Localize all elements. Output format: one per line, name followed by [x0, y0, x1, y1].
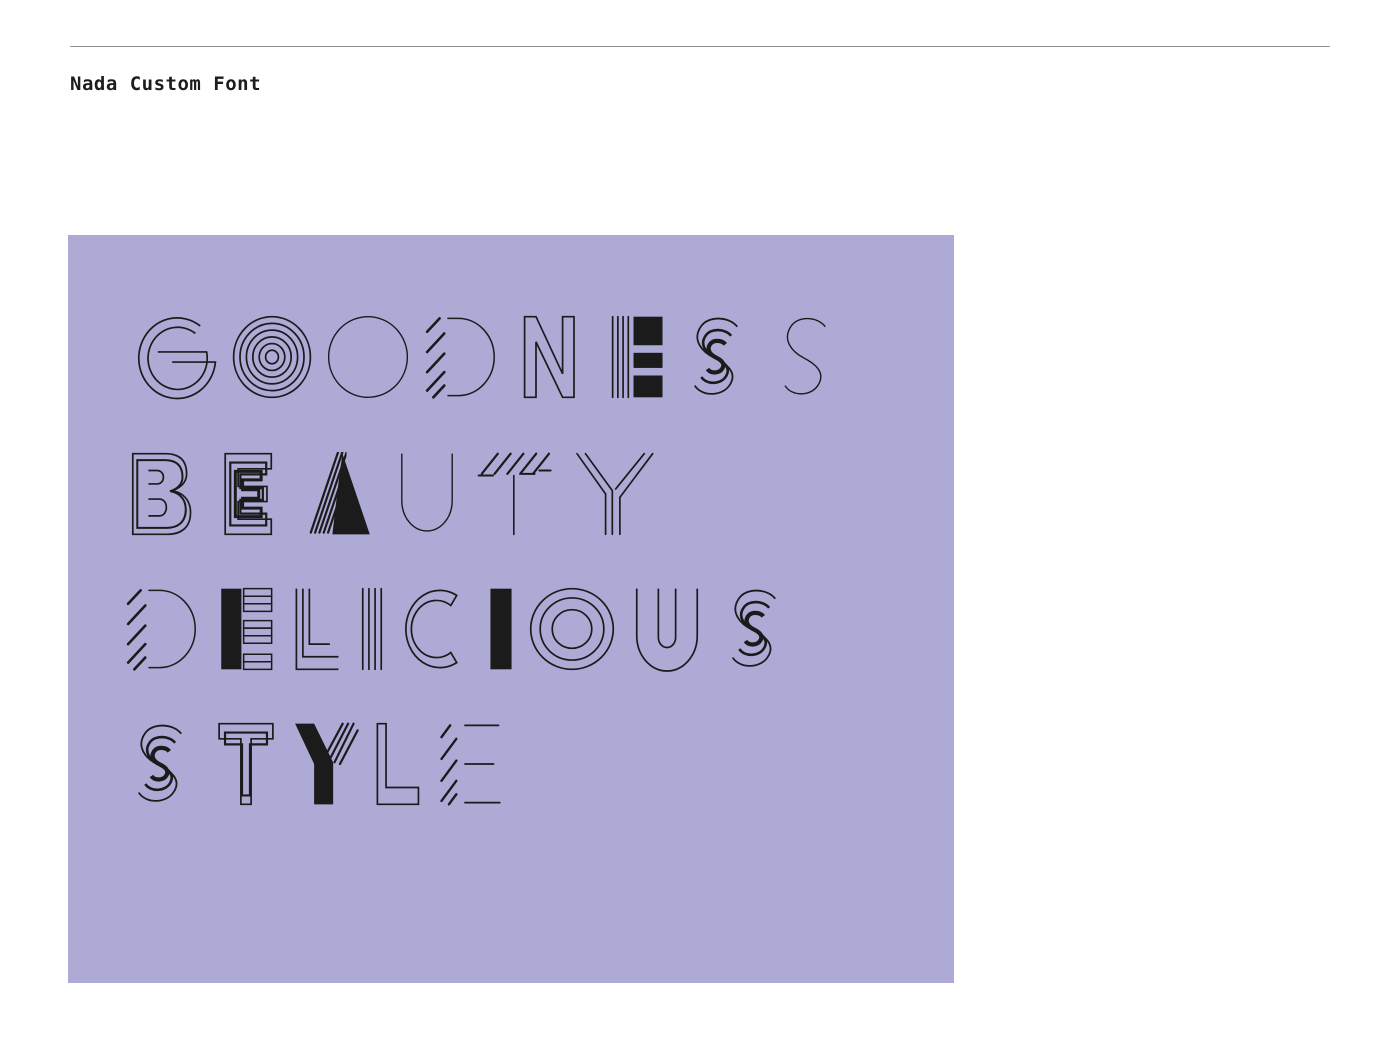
- glyph-letter-c-c-double: [399, 587, 473, 671]
- glyph-letter-d-d-stripes: [424, 315, 502, 399]
- glyph-letter-d-d-stripes: [125, 587, 203, 671]
- glyph-letter-t-t-inline: [214, 722, 278, 806]
- glyph-letter-l-l-triple: [291, 587, 345, 671]
- glyph-letter-a-a-stripe-solid: [305, 452, 377, 536]
- glyph-letter-o-o-rings3: [529, 587, 615, 671]
- specimen-word-beauty: [125, 452, 954, 536]
- glyph-letter-s-s-spiral: [125, 722, 201, 806]
- specimen-artboard: [68, 235, 954, 983]
- glyph-letter-s-s-spiral: [681, 315, 757, 399]
- glyph-letter-e-e-lines-blocks: [608, 315, 666, 399]
- glyph-letter-e-e-inline: [218, 452, 290, 536]
- glyph-letter-y-y-solid-stripes: [291, 722, 359, 806]
- glyph-letter-b-b-inline: [125, 452, 203, 536]
- glyph-letter-l-l-outline: [372, 722, 426, 806]
- glyph-letter-y-y-inline: [572, 452, 656, 536]
- glyph-letter-e-e-solid-bars: [219, 587, 275, 671]
- top-divider: [70, 46, 1330, 47]
- glyph-letter-u-u-thin: [392, 452, 462, 536]
- glyph-letter-o-o-rings6: [232, 315, 312, 399]
- glyph-letter-s-s-spiral: [719, 587, 795, 671]
- glyph-letter-n-n-inline: [517, 315, 593, 399]
- glyph-letter-e-e-stripes-lines: [439, 722, 501, 806]
- specimen-word-goodness: [137, 315, 954, 399]
- glyph-letter-s-s-thin: [772, 315, 844, 399]
- glyph-letter-u-u-bold: [631, 587, 703, 671]
- glyph-letter-g-g-double: [137, 315, 217, 399]
- glyph-letter-i-i-solid: [489, 587, 513, 671]
- page: Nada Custom Font: [0, 0, 1400, 1054]
- glyph-letter-i-i-lines: [361, 587, 383, 671]
- glyph-letter-t-t-hatch: [477, 452, 557, 536]
- specimen-word-delicious: [125, 587, 954, 671]
- specimen-word-style: [125, 722, 954, 806]
- page-title: Nada Custom Font: [70, 73, 261, 95]
- glyph-letter-o-o-circle: [327, 315, 409, 399]
